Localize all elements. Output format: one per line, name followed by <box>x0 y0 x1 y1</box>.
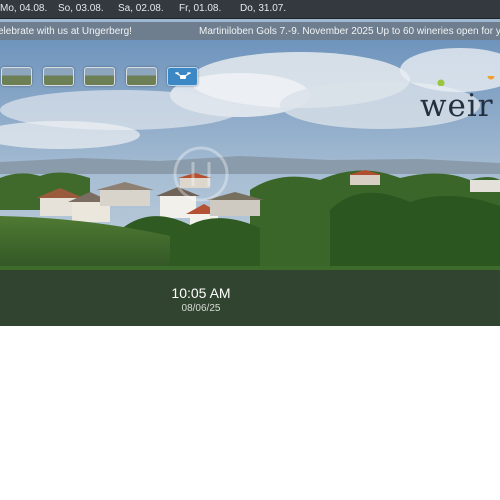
clock-time: 10:05 AM <box>171 285 231 301</box>
landscape-thumbnail-icon[interactable] <box>84 67 115 86</box>
camera-watermark-icon <box>173 146 229 202</box>
date-archive-bar: Mo, 04.08. So, 03.08. Sa, 02.08. Fr, 01.… <box>0 0 500 19</box>
logo-text: weir <box>420 88 494 124</box>
drone-icon <box>175 72 191 79</box>
date-link-so[interactable]: So, 03.08. <box>58 3 104 14</box>
date-link-sa[interactable]: Sa, 02.08. <box>118 3 164 14</box>
date-link-fr[interactable]: Fr, 01.08. <box>179 3 221 14</box>
webcam-view: Mo, 04.08. So, 03.08. Sa, 02.08. Fr, 01.… <box>0 0 500 326</box>
landscape-thumbnail-icon[interactable] <box>1 67 32 86</box>
landscape-thumbnail-icon[interactable] <box>126 67 157 86</box>
landscape-thumbnail-icon[interactable] <box>43 67 74 86</box>
brand-logo: weir <box>420 88 494 124</box>
drone-view-button[interactable] <box>167 67 198 86</box>
date-link-mo[interactable]: Mo, 04.08. <box>0 3 47 14</box>
ticker-text-left: elebrate with us at Ungerberg! <box>0 26 132 37</box>
clock-date: 08/06/25 <box>181 303 221 314</box>
logo-dots <box>437 76 495 86</box>
ticker-text-right: Martiniloben Gols 7.-9. November 2025 Up… <box>199 26 500 37</box>
news-ticker: elebrate with us at Ungerberg! Martinilo… <box>0 22 500 40</box>
date-link-do[interactable]: Do, 31.07. <box>240 3 286 14</box>
